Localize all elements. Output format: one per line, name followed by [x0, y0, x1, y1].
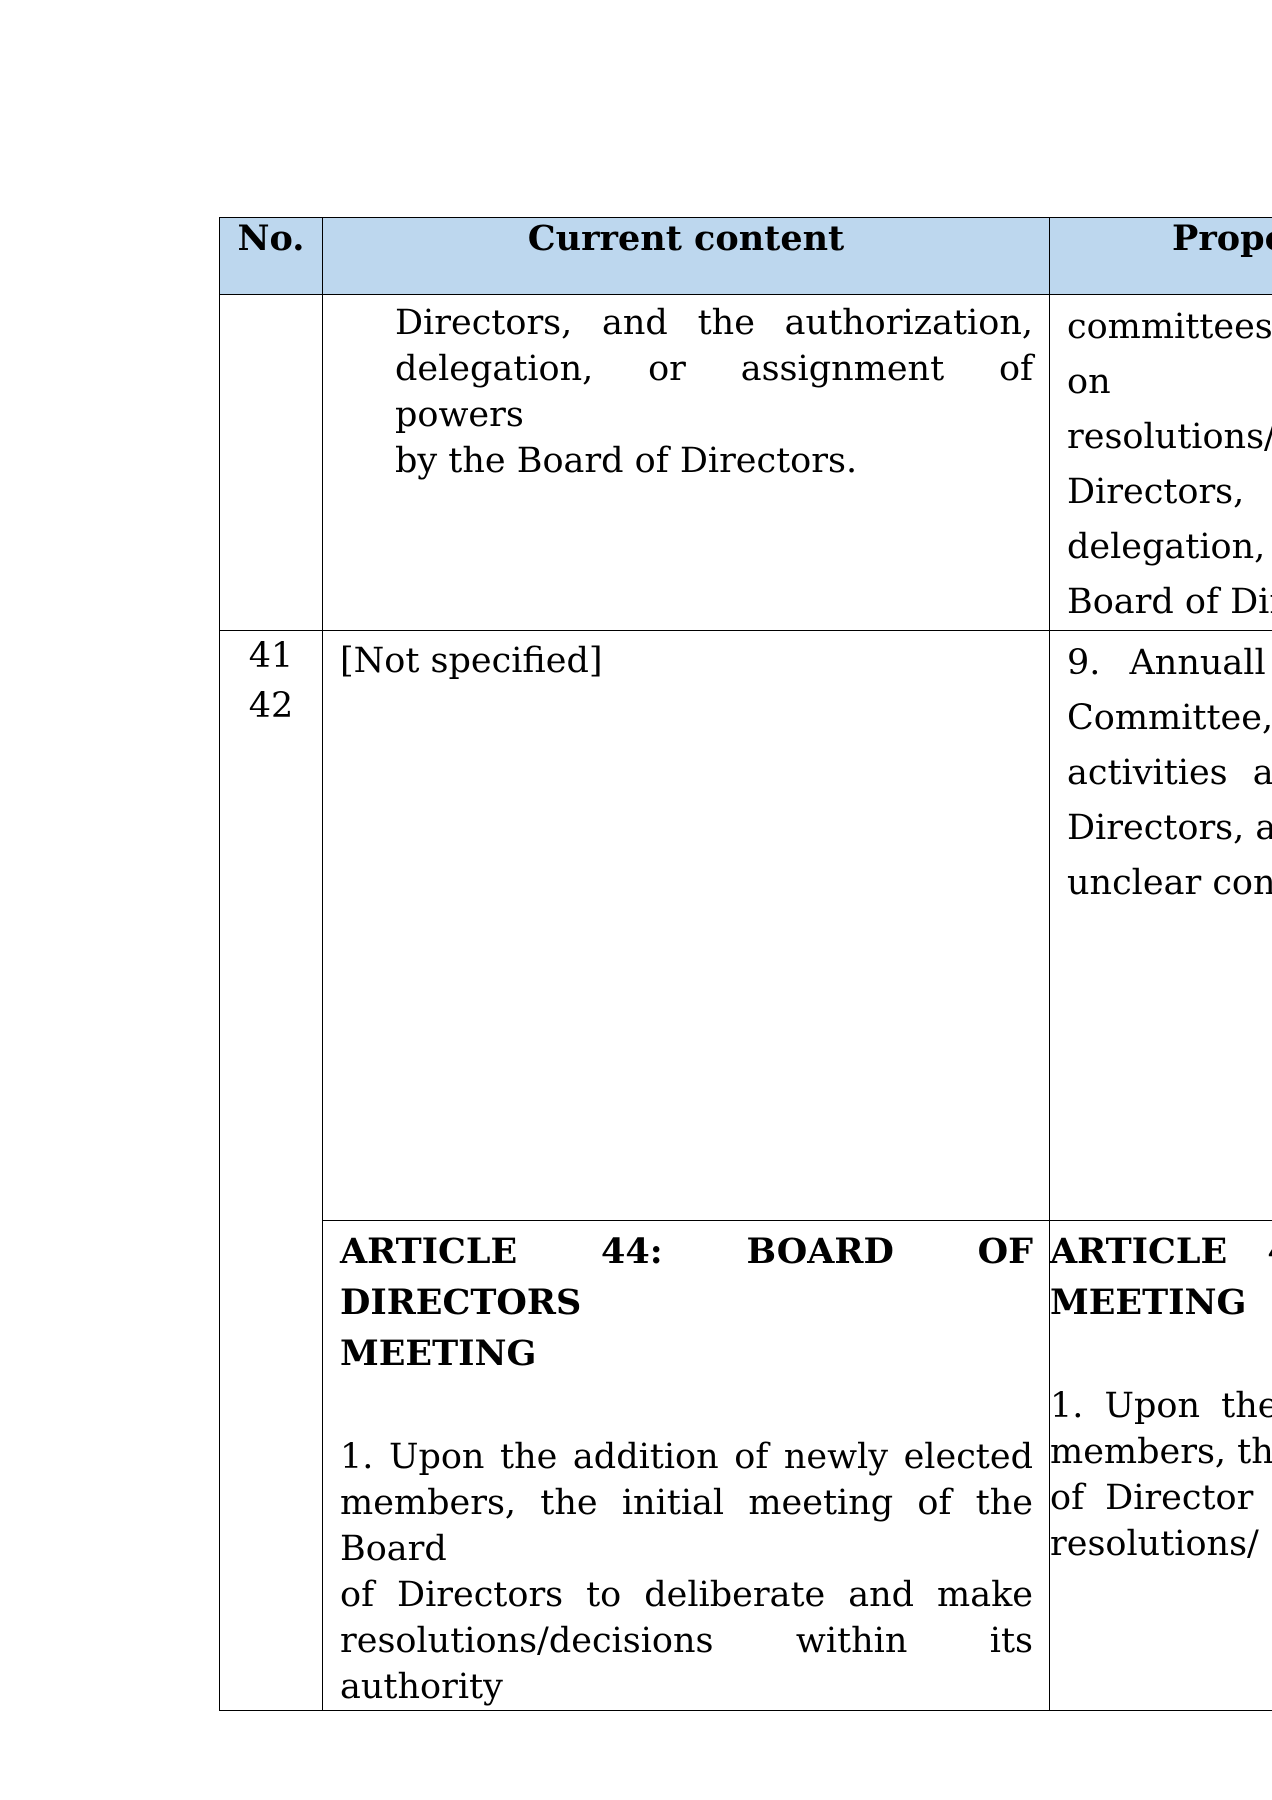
row1-proposed-cell: committees, on i resolutions/ Directors,… — [1049, 294, 1272, 631]
row2-proposed-cell: 9. Annuall Committee, a activities ar Di… — [1049, 630, 1272, 1221]
row1-proposed-line-6: Board of Dir — [1067, 582, 1272, 622]
row2-no-cell: 41 42 — [219, 630, 323, 1711]
row3-current-cell: ARTICLE 44: BOARD OF DIRECTORS MEETING 1… — [322, 1220, 1050, 1711]
row1-proposed-line-2: on i — [1067, 362, 1272, 402]
proposed-para-line-1: 1. Upon the — [1050, 1386, 1272, 1426]
article-44-para-line-2: members, the initial meeting of the Boar… — [340, 1483, 1033, 1569]
header-no: No. — [219, 217, 323, 295]
table-row: ARTICLE 44: BOARD OF DIRECTORS MEETING 1… — [220, 1220, 1272, 1711]
article-44-para-line-4: resolutions/decisions within its authori… — [340, 1621, 1033, 1707]
table-row: Directors, and the authorization, delega… — [219, 294, 1272, 631]
row1-current-line-1: Directors, and the authorization, — [395, 303, 1033, 343]
proposed-para-line-2: members, th — [1050, 1432, 1272, 1472]
proposed-article-heading-line-2: MEETING — [1050, 1282, 1247, 1323]
table-header-row: No. Current content Propo — [219, 217, 1272, 295]
header-proposed-content: Propo — [1049, 217, 1272, 295]
proposed-para-line-3: of Director — [1050, 1478, 1254, 1518]
row1-proposed-line-1: committees, — [1067, 307, 1272, 347]
table-row: 41 42 [Not specified] 9. Annuall Committ… — [219, 630, 1272, 1711]
article-44-para-line-3: of Directors to deliberate and make — [340, 1575, 1033, 1615]
proposed-para-line-4: resolutions/ — [1050, 1524, 1259, 1564]
article-44-para-line-1: 1. Upon the addition of newly elected — [340, 1437, 1033, 1477]
article-44-heading-line-1: ARTICLE 44: BOARD OF DIRECTORS — [340, 1231, 1033, 1323]
row-number-41: 41 — [248, 636, 294, 676]
row1-proposed-line-5: delegation, c — [1067, 527, 1272, 567]
row2-current-cell: [Not specified] — [322, 630, 1050, 1221]
document-page: No. Current content Propo Directors, and… — [0, 0, 1272, 1800]
row1-no-cell — [219, 294, 323, 631]
row2-proposed-line-4: Directors, an — [1067, 808, 1272, 848]
row1-proposed-line-4: Directors, — [1067, 472, 1245, 512]
header-current-content: Current content — [322, 217, 1050, 295]
row1-current-cell: Directors, and the authorization, delega… — [322, 294, 1050, 631]
row2-proposed-line-5: unclear cont — [1067, 863, 1272, 903]
row2-proposed-line-1: 9. Annuall — [1067, 643, 1266, 683]
row2-proposed-line-2: Committee, a — [1067, 698, 1272, 738]
article-44-heading-line-2: MEETING — [340, 1333, 537, 1374]
row1-current-line-3: by the Board of Directors. — [395, 441, 858, 481]
proposed-article-heading-line-1: ARTICLE 4 — [1050, 1231, 1272, 1272]
row-number-42: 42 — [248, 686, 294, 726]
amendment-comparison-table: No. Current content Propo Directors, and… — [219, 217, 1272, 1711]
row1-current-line-2: delegation, or assignment of powers — [395, 349, 1033, 435]
row1-proposed-line-3: resolutions/ — [1067, 417, 1272, 457]
row2-current-text: [Not specified] — [340, 641, 603, 681]
row3-proposed-cell: ARTICLE 4 MEETING 1. Upon the members, t… — [1049, 1220, 1272, 1711]
row2-proposed-line-3: activities ar — [1067, 753, 1272, 793]
